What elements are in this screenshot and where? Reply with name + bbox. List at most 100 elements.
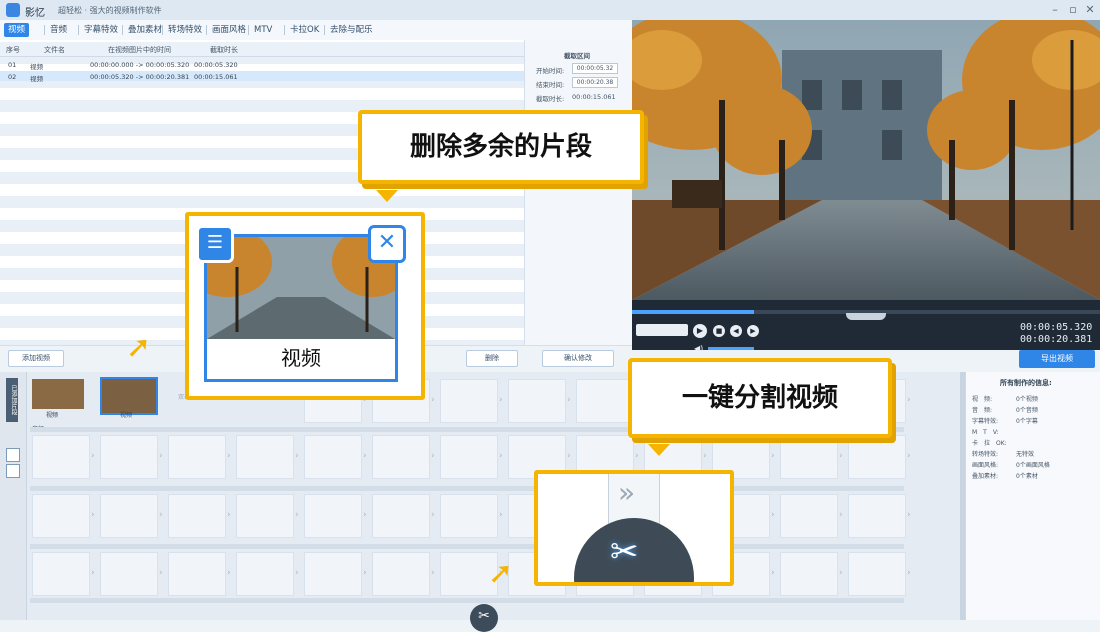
split-scissors-icon[interactable]: ✂ — [610, 532, 639, 572]
chevron-right-icon: › — [431, 510, 435, 520]
tab-separator — [284, 25, 285, 35]
tab-8[interactable]: 卡拉OK — [286, 23, 323, 37]
timeline-slot[interactable] — [372, 552, 430, 596]
table-row[interactable] — [0, 60, 524, 70]
split-tool-icon[interactable] — [6, 448, 20, 462]
row-index: 02 — [8, 73, 17, 81]
timeline-slot[interactable] — [780, 552, 838, 596]
tab-2[interactable]: 音频 — [46, 23, 71, 37]
timeline-slot[interactable] — [848, 435, 906, 479]
chevron-right-icon: › — [839, 451, 843, 461]
timeline-slot[interactable] — [780, 494, 838, 538]
export-video-button[interactable]: 导出视频 — [1019, 350, 1095, 368]
info-label: 视 频: — [972, 396, 993, 403]
timeline-slot[interactable] — [168, 552, 226, 596]
col-index: 序号 — [6, 46, 20, 54]
info-panel-title: 所有制作的信息: — [1000, 379, 1052, 387]
row-index: 01 — [8, 61, 17, 69]
timeline-slot[interactable] — [372, 435, 430, 479]
chevron-right-icon: › — [839, 568, 843, 578]
row-duration: 00:00:05.320 — [194, 61, 238, 69]
timeline-clip-thumb[interactable] — [32, 379, 84, 409]
timeline-slot[interactable] — [848, 494, 906, 538]
chevron-right-icon: › — [159, 451, 163, 461]
timeline-slot[interactable] — [304, 435, 362, 479]
timeline-slot[interactable] — [780, 435, 838, 479]
close-icon[interactable]: ✕ — [1083, 3, 1097, 17]
add-clip-button[interactable]: 添加视频 — [8, 350, 64, 367]
timeline-slot[interactable] — [304, 494, 362, 538]
tab-4[interactable]: 叠加素材 — [124, 23, 166, 37]
clip-delete-icon[interactable]: ✕ — [368, 225, 406, 263]
timeline-slot[interactable] — [168, 435, 226, 479]
timeline-slot[interactable] — [100, 435, 158, 479]
timeline-slot[interactable] — [32, 435, 90, 479]
table-row[interactable] — [0, 71, 524, 81]
volume-slider[interactable] — [708, 347, 754, 350]
row-name: 视频 — [30, 63, 43, 71]
info-label: M T V: — [972, 429, 999, 436]
tab-1[interactable]: 视频 — [4, 23, 30, 37]
timeline-slot[interactable] — [236, 494, 294, 538]
delete-button[interactable]: 删除 — [466, 350, 518, 367]
start-time-label: 开始时间: — [536, 67, 565, 75]
video-frame-image — [632, 20, 1100, 300]
seek-handle[interactable] — [846, 313, 886, 320]
tab-5[interactable]: 转场特效 — [164, 23, 206, 37]
tab-3[interactable]: 字幕特效 — [80, 23, 122, 37]
tab-separator — [248, 25, 249, 35]
panel-splitter[interactable] — [960, 372, 965, 620]
col-name: 文件名 — [44, 46, 65, 54]
row-name: 视频 — [30, 75, 43, 83]
chevron-right-icon: › — [295, 510, 299, 520]
added-clips-tab[interactable]: 已添加片段 — [6, 378, 18, 422]
tab-9[interactable]: 去除与配乐 — [326, 23, 377, 37]
timeline-slot[interactable] — [168, 494, 226, 538]
clip-menu-icon[interactable]: ☰ — [196, 225, 234, 263]
play-icon[interactable]: ▶ — [693, 324, 707, 338]
subtitle-track — [30, 486, 904, 491]
chevron-right-icon: › — [567, 395, 571, 405]
callout-split-video: 一键分割视频 — [628, 358, 892, 438]
scissors-icon[interactable]: ✂ — [470, 604, 498, 632]
info-value: 0个字幕 — [1016, 418, 1038, 425]
chevron-right-icon: › — [499, 510, 503, 520]
timeline-slot[interactable] — [100, 494, 158, 538]
timeline-slot[interactable] — [236, 435, 294, 479]
video-preview[interactable] — [632, 20, 1100, 300]
trim-panel-title: 截取区间 — [564, 52, 590, 60]
tab-6[interactable]: 画面风格 — [208, 23, 250, 37]
timeline-slot[interactable] — [32, 552, 90, 596]
end-time-field[interactable]: 00:00:20.38 — [572, 77, 618, 88]
timeline-slot[interactable] — [372, 494, 430, 538]
volume-icon[interactable]: ◀) — [694, 344, 703, 353]
monitor-icon[interactable] — [6, 464, 20, 478]
start-time-field[interactable]: 00:00:05.32 — [572, 63, 618, 74]
timeline-slot[interactable] — [508, 379, 566, 423]
chevron-right-icon: › — [227, 510, 231, 520]
zoom-control[interactable] — [636, 324, 688, 336]
clip-zoom-thumbnail — [207, 237, 395, 339]
minimize-icon[interactable]: – — [1048, 3, 1062, 17]
timeline-slot[interactable] — [236, 552, 294, 596]
prev-frame-icon[interactable]: ◀ — [730, 325, 742, 337]
timeline-slot[interactable] — [32, 494, 90, 538]
chevron-right-icon: › — [91, 451, 95, 461]
chevron-right-icon: › — [499, 395, 503, 405]
row-range: 00:00:05.320 -> 00:00:20.381 — [90, 73, 190, 81]
timeline-slot[interactable] — [440, 494, 498, 538]
confirm-trim-button[interactable]: 确认修改 — [542, 350, 614, 367]
timeline-slot[interactable] — [440, 435, 498, 479]
timeline-slot[interactable] — [100, 552, 158, 596]
next-frame-icon[interactable]: ▶ — [747, 325, 759, 337]
add-clip-label: 添加视频 — [22, 354, 50, 362]
stop-icon[interactable]: ■ — [713, 325, 725, 337]
timeline-slot[interactable] — [576, 379, 634, 423]
timeline-slot[interactable] — [304, 552, 362, 596]
timeline-slot[interactable] — [848, 552, 906, 596]
row-range: 00:00:00.000 -> 00:00:05.320 — [90, 61, 190, 69]
info-label: 叠加素材: — [972, 473, 999, 480]
tab-7[interactable]: MTV — [250, 23, 276, 37]
timeline-slot[interactable] — [440, 379, 498, 423]
maximize-icon[interactable]: ▫ — [1066, 3, 1080, 17]
